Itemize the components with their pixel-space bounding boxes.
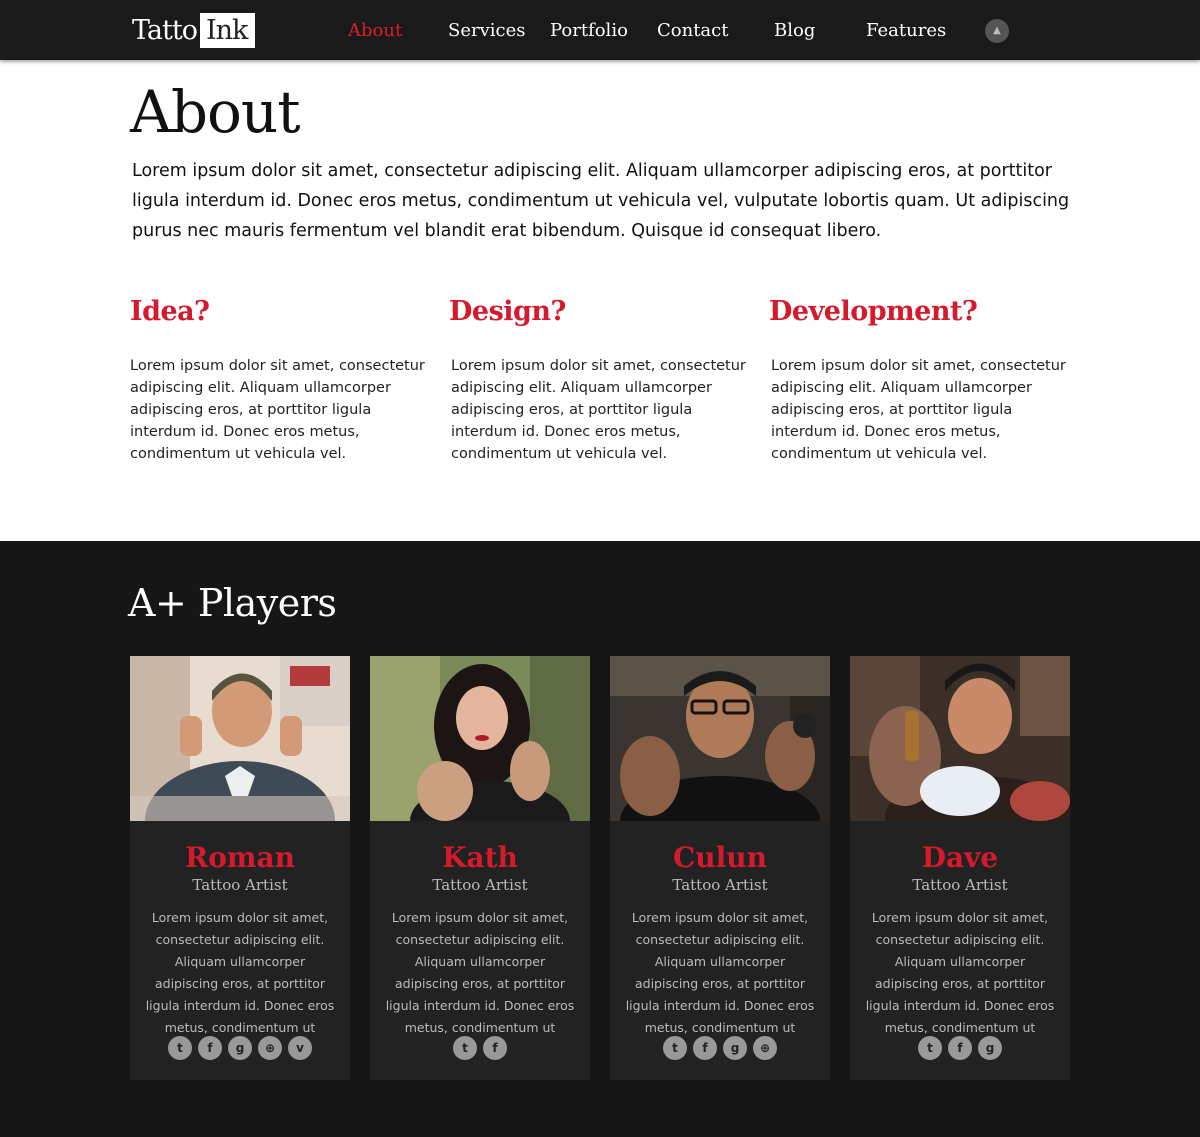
about-intro-text: Lorem ipsum dolor sit amet, consectetur … — [132, 161, 1070, 241]
top-navigation-bar: Tatto Ink About Services Portfolio Conta… — [0, 0, 1200, 60]
column-heading: Design? — [449, 296, 566, 327]
player-role: Tattoo Artist — [912, 876, 1008, 894]
player-bio: Lorem ipsum dolor sit amet, consectetur … — [625, 910, 815, 1035]
dribbble-icon[interactable]: ⊕ — [753, 1036, 777, 1060]
nav-item-blog[interactable]: Blog — [774, 20, 815, 41]
player-name: Kath — [442, 841, 518, 874]
player-name: Culun — [673, 841, 767, 874]
column-text: Lorem ipsum dolor sit amet, consectetur … — [130, 358, 425, 462]
player-bio: Lorem ipsum dolor sit amet, consectetur … — [385, 910, 575, 1035]
twitter-icon[interactable]: t — [168, 1036, 192, 1060]
nav-item-about[interactable]: About — [348, 20, 402, 41]
player-role: Tattoo Artist — [672, 876, 768, 894]
google-plus-icon[interactable]: g — [723, 1036, 747, 1060]
column-text: Lorem ipsum dolor sit amet, consectetur … — [771, 358, 1066, 462]
about-column-design: Design? Lorem ipsum dolor sit amet, cons… — [449, 296, 751, 465]
player-bio: Lorem ipsum dolor sit amet, consectetur … — [865, 910, 1055, 1035]
nav-item-contact[interactable]: Contact — [657, 20, 728, 41]
player-card-culun: Culun Tattoo Artist Lorem ipsum dolor si… — [610, 656, 830, 1080]
player-photo — [610, 656, 830, 821]
scroll-top-button[interactable]: ▲ — [985, 19, 1009, 43]
column-text: Lorem ipsum dolor sit amet, consectetur … — [451, 358, 746, 462]
nav-item-features[interactable]: Features — [866, 20, 946, 41]
social-links: t f g ⊕ v — [130, 1036, 350, 1060]
player-name: Roman — [184, 841, 296, 874]
nav-item-services[interactable]: Services — [448, 20, 525, 41]
players-section: A+ Players Roman Tattoo Artist Lorem ips… — [0, 541, 1200, 1137]
logo-text-part1: Tatto — [132, 15, 198, 46]
social-links: t f — [370, 1036, 590, 1060]
vimeo-icon[interactable]: v — [288, 1036, 312, 1060]
player-card-dave: Dave Tattoo Artist Lorem ipsum dolor sit… — [850, 656, 1070, 1080]
player-role: Tattoo Artist — [432, 876, 528, 894]
twitter-icon[interactable]: t — [663, 1036, 687, 1060]
facebook-icon[interactable]: f — [198, 1036, 222, 1060]
chevron-up-icon: ▲ — [993, 25, 1001, 36]
dribbble-icon[interactable]: ⊕ — [258, 1036, 282, 1060]
about-title: About — [130, 78, 301, 146]
google-plus-icon[interactable]: g — [978, 1036, 1002, 1060]
players-title: A+ Players — [128, 581, 337, 625]
facebook-icon[interactable]: f — [693, 1036, 717, 1060]
column-heading: Idea? — [130, 296, 210, 327]
about-column-idea: Idea? Lorem ipsum dolor sit amet, consec… — [130, 296, 430, 465]
about-column-development: Development? Lorem ipsum dolor sit amet,… — [769, 296, 1071, 465]
social-links: t f g ⊕ — [610, 1036, 830, 1060]
facebook-icon[interactable]: f — [948, 1036, 972, 1060]
player-card-kath: Kath Tattoo Artist Lorem ipsum dolor sit… — [370, 656, 590, 1080]
nav-item-portfolio[interactable]: Portfolio — [550, 20, 628, 41]
player-photo — [850, 656, 1070, 821]
twitter-icon[interactable]: t — [918, 1036, 942, 1060]
column-heading: Development? — [769, 296, 978, 327]
player-photo — [130, 656, 350, 821]
social-links: t f g — [850, 1036, 1070, 1060]
player-name: Dave — [921, 841, 999, 874]
player-card-roman: Roman Tattoo Artist Lorem ipsum dolor si… — [130, 656, 350, 1080]
player-photo — [370, 656, 590, 821]
site-logo[interactable]: Tatto Ink — [130, 13, 256, 48]
logo-text-part2: Ink — [199, 13, 256, 48]
player-role: Tattoo Artist — [192, 876, 288, 894]
google-plus-icon[interactable]: g — [228, 1036, 252, 1060]
twitter-icon[interactable]: t — [453, 1036, 477, 1060]
facebook-icon[interactable]: f — [483, 1036, 507, 1060]
player-bio: Lorem ipsum dolor sit amet, consectetur … — [145, 910, 335, 1035]
